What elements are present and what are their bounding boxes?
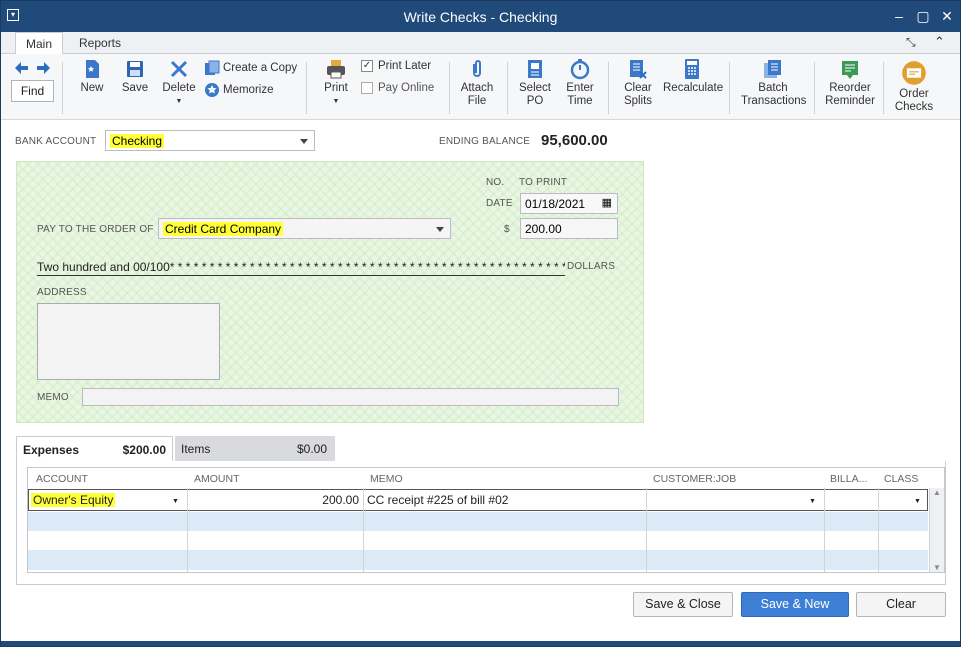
amount-in-words: Two hundred and 00/100* * * * * * * * * … [37, 260, 565, 276]
tab-main[interactable]: Main [15, 32, 64, 55]
amount-field[interactable]: 200.00 [520, 218, 618, 239]
payee-label: PAY TO THE ORDER OF [37, 224, 154, 235]
chevron-down-icon[interactable]: ▼ [172, 498, 179, 505]
chevron-down-icon[interactable]: ▼ [914, 498, 921, 505]
table-row[interactable] [28, 512, 928, 531]
column-class[interactable]: CLASS [884, 473, 918, 485]
column-amount[interactable]: AMOUNT [194, 473, 240, 485]
memo-label: MEMO [37, 392, 69, 403]
address-label: ADDRESS [37, 287, 87, 298]
save-button[interactable]: Save [120, 58, 150, 95]
attach-file-button[interactable]: Attach File [459, 58, 495, 108]
grid-header: ACCOUNT AMOUNT MEMO CUSTOMER:JOB BILLA..… [28, 468, 944, 488]
previous-arrow-icon[interactable] [14, 60, 30, 76]
window-bottom-border [1, 641, 960, 646]
row-account[interactable]: Owner's Equity [31, 493, 116, 507]
column-customer-job[interactable]: CUSTOMER:JOB [653, 473, 736, 485]
find-button[interactable]: Find [11, 80, 54, 102]
check-number-label: NO. [486, 177, 505, 188]
next-arrow-icon[interactable] [35, 60, 51, 76]
expenses-grid: ACCOUNT AMOUNT MEMO CUSTOMER:JOB BILLA..… [27, 467, 945, 573]
save-new-button[interactable]: Save & New [741, 592, 849, 617]
new-document-icon [86, 60, 99, 78]
table-row[interactable] [28, 531, 928, 550]
order-checks-icon [902, 61, 926, 85]
column-account[interactable]: ACCOUNT [36, 473, 88, 485]
grid-scrollbar[interactable]: ▲ ▼ [929, 488, 944, 572]
delete-x-icon [170, 60, 188, 78]
bank-account-value: Checking [110, 134, 165, 148]
bank-account-dropdown[interactable]: Checking [105, 130, 315, 151]
tab-expenses[interactable]: Expenses $200.00 [16, 436, 173, 461]
chevron-down-icon[interactable]: ▼ [809, 498, 816, 505]
calendar-icon[interactable]: ▦ [602, 196, 612, 209]
print-button[interactable]: Print ▼ [321, 58, 351, 108]
purchase-order-icon [528, 60, 542, 78]
scroll-up-icon[interactable]: ▲ [930, 488, 944, 497]
clear-button[interactable]: Clear [856, 592, 946, 617]
select-po-button[interactable]: Select PO [518, 58, 552, 108]
toolbar: Find New Save Delete ▼ Create a Copy Mem… [1, 54, 960, 120]
date-field[interactable]: 01/18/2021 ▦ [520, 193, 618, 214]
title-bar: ▾ Write Checks - Checking ‒ ▢ ✕ [1, 1, 960, 32]
new-button[interactable]: New [77, 58, 107, 95]
create-copy-button[interactable]: Create a Copy [204, 60, 297, 76]
stopwatch-icon [570, 59, 590, 80]
save-close-button[interactable]: Save & Close [633, 592, 733, 617]
expand-icon[interactable]: ⤡ [906, 35, 916, 50]
print-later-checkbox[interactable]: ✓ Print Later [361, 60, 431, 72]
order-checks-button[interactable]: Order Checks [893, 60, 935, 114]
detail-tabs: Expenses $200.00 Items $0.00 [16, 436, 946, 461]
memorize-icon [205, 83, 219, 97]
paperclip-icon [473, 60, 481, 77]
chevron-down-icon: ▼ [175, 98, 183, 105]
bank-account-label: BANK ACCOUNT [15, 136, 97, 147]
row-memo[interactable]: CC receipt #225 of bill #02 [367, 493, 508, 507]
copy-icon [205, 60, 220, 75]
printer-icon [327, 60, 345, 79]
row-amount[interactable]: 200.00 [189, 493, 359, 507]
chevron-down-icon: ▼ [332, 98, 340, 105]
recalculate-button[interactable]: Recalculate [663, 58, 723, 95]
memo-field[interactable] [82, 388, 619, 406]
window-title: Write Checks - Checking [403, 9, 558, 25]
calculator-icon [685, 59, 699, 79]
memorize-button[interactable]: Memorize [204, 82, 273, 98]
write-checks-window: ▾ Write Checks - Checking ‒ ▢ ✕ Main Rep… [0, 0, 961, 647]
checkbox-unchecked-icon [361, 82, 373, 94]
ending-balance-value: 95,600.00 [541, 132, 608, 149]
date-label: DATE [486, 198, 513, 209]
delete-button[interactable]: Delete ▼ [161, 58, 197, 108]
payee-dropdown[interactable]: Credit Card Company [158, 218, 451, 239]
table-row[interactable]: Owner's Equity ▼ 200.00 CC receipt #225 … [28, 489, 928, 511]
reorder-reminder-icon [842, 61, 858, 79]
reorder-reminder-button[interactable]: Reorder Reminder [824, 58, 876, 108]
column-memo[interactable]: MEMO [370, 473, 403, 485]
check-form: NO. TO PRINT DATE 01/18/2021 ▦ PAY TO TH… [16, 161, 644, 423]
ribbon-tabs: Main Reports ⤡ ⌃ [1, 32, 960, 55]
dollar-sign-label: $ [504, 224, 510, 235]
ending-balance-label: ENDING BALANCE [439, 136, 531, 147]
enter-time-button[interactable]: Enter Time [564, 58, 596, 108]
save-disk-icon [127, 61, 143, 77]
maximize-icon[interactable]: ▢ [913, 6, 933, 26]
clear-splits-icon [630, 60, 647, 79]
clear-splits-button[interactable]: Clear Splits [621, 58, 655, 108]
address-field[interactable] [37, 303, 220, 380]
tab-items[interactable]: Items $0.00 [175, 436, 335, 461]
minimize-icon[interactable]: ‒ [889, 6, 909, 26]
tab-reports[interactable]: Reports [69, 32, 131, 54]
checkbox-checked-icon: ✓ [361, 60, 373, 72]
batch-transactions-icon [764, 60, 781, 78]
collapse-ribbon-icon[interactable]: ⌃ [934, 34, 945, 50]
check-number-value[interactable]: TO PRINT [519, 177, 567, 188]
batch-transactions-button[interactable]: Batch Transactions [741, 58, 806, 108]
table-row[interactable] [28, 550, 928, 570]
scroll-down-icon[interactable]: ▼ [930, 563, 944, 572]
close-icon[interactable]: ✕ [937, 6, 957, 26]
dollars-label: DOLLARS [567, 261, 616, 272]
pay-online-checkbox[interactable]: Pay Online [361, 82, 434, 94]
column-billable[interactable]: BILLA... [830, 473, 867, 485]
